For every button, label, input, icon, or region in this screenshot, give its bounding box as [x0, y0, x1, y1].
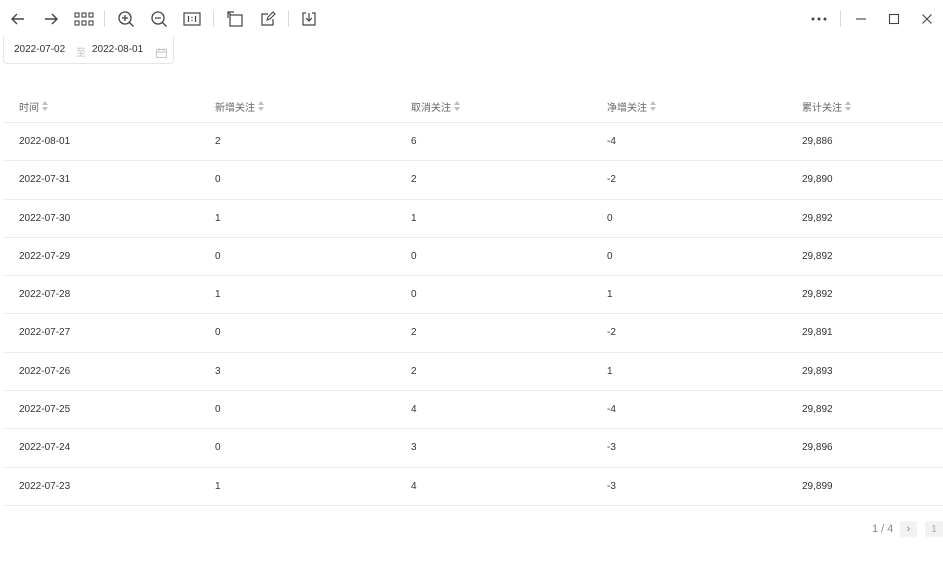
column-header-unfollows[interactable]: 取消关注: [411, 99, 461, 114]
cell-net-follows: -3: [607, 442, 616, 454]
cell-new-follows: 3: [215, 365, 221, 377]
download-icon[interactable]: [298, 8, 320, 30]
cell-date: 2022-07-25: [19, 404, 71, 416]
close-icon[interactable]: [916, 8, 938, 30]
cell-net-follows: -4: [607, 136, 616, 147]
zoom-in-icon[interactable]: [115, 8, 137, 30]
table-row: 2022-08-01 2 6 -4 29,886: [3, 123, 943, 162]
column-header-net-follows[interactable]: 净增关注: [607, 99, 657, 114]
cell-net-follows: 0: [607, 212, 613, 224]
cell-new-follows: 0: [215, 250, 221, 262]
cell-total-follows: 29,896: [802, 442, 833, 454]
zoom-out-icon[interactable]: [148, 8, 170, 30]
cell-unfollows: 1: [411, 212, 417, 224]
pagination-status: 1 / 4: [872, 523, 894, 535]
followers-stats-table: 时间 新增关注 取消关注 净增关注 累计关注 2022-08-01 2 6 -4…: [3, 86, 943, 506]
table-row: 2022-07-27 0 2 -2 29,891: [3, 314, 943, 353]
table-row: 2022-07-31 0 2 -2 29,890: [3, 161, 943, 200]
cell-net-follows: 1: [607, 289, 613, 301]
sort-icon[interactable]: [42, 101, 49, 112]
cell-unfollows: 2: [411, 365, 417, 377]
cell-total-follows: 29,891: [802, 327, 833, 339]
cell-unfollows: 2: [411, 174, 417, 186]
table-row: 2022-07-30 1 1 0 29,892: [3, 200, 943, 238]
cell-unfollows: 4: [411, 404, 417, 416]
cell-new-follows: 0: [215, 442, 221, 454]
cell-date: 2022-07-27: [19, 327, 71, 339]
cell-unfollows: 0: [411, 250, 417, 262]
cell-unfollows: 2: [411, 327, 417, 339]
cell-date: 2022-08-01: [19, 136, 71, 147]
cell-net-follows: 0: [607, 250, 613, 262]
toolbar-divider: [104, 11, 105, 27]
cell-date: 2022-07-28: [19, 289, 71, 301]
cell-new-follows: 0: [215, 327, 221, 339]
actual-size-icon[interactable]: [181, 8, 203, 30]
table-header: 时间 新增关注 取消关注 净增关注 累计关注: [3, 86, 943, 123]
column-header-time[interactable]: 时间: [19, 99, 49, 114]
date-range-separator: 至: [76, 48, 86, 59]
cell-net-follows: -3: [607, 480, 616, 492]
cell-total-follows: 29,890: [802, 174, 833, 186]
cell-new-follows: 1: [215, 480, 221, 492]
cell-date: 2022-07-31: [19, 174, 71, 186]
cell-date: 2022-07-29: [19, 250, 71, 262]
cell-new-follows: 0: [215, 174, 221, 186]
edit-icon[interactable]: [257, 8, 279, 30]
cell-date: 2022-07-26: [19, 365, 71, 377]
table-row: 2022-07-23 1 4 -3 29,899: [3, 468, 943, 506]
cell-date: 2022-07-30: [19, 212, 71, 224]
cell-date: 2022-07-23: [19, 480, 71, 492]
cell-net-follows: -2: [607, 174, 616, 186]
cell-total-follows: 29,886: [802, 136, 833, 147]
more-icon[interactable]: [808, 8, 830, 30]
cell-unfollows: 3: [411, 442, 417, 454]
start-date-input[interactable]: 2022-07-02: [14, 44, 65, 55]
forward-arrow-icon[interactable]: [40, 8, 62, 30]
column-header-total-follows[interactable]: 累计关注: [802, 99, 852, 114]
toolbar-divider: [840, 11, 841, 27]
table-row: 2022-07-26 3 2 1 29,893: [3, 353, 943, 392]
table-row: 2022-07-25 0 4 -4 29,892: [3, 391, 943, 430]
cell-total-follows: 29,892: [802, 404, 833, 416]
cell-new-follows: 1: [215, 212, 221, 224]
end-date-input[interactable]: 2022-08-01: [92, 44, 143, 55]
minimize-icon[interactable]: [850, 8, 872, 30]
sort-icon[interactable]: [650, 101, 657, 112]
column-header-new-follows[interactable]: 新增关注: [215, 99, 265, 114]
sort-icon[interactable]: [454, 101, 461, 112]
date-range-picker[interactable]: 2022-07-02 至 2022-08-01: [3, 36, 174, 64]
cell-date: 2022-07-24: [19, 442, 71, 454]
sort-icon[interactable]: [845, 101, 852, 112]
maximize-icon[interactable]: [883, 8, 905, 30]
cell-total-follows: 29,899: [802, 480, 833, 492]
toolbar-divider: [213, 11, 214, 27]
cell-net-follows: 1: [607, 365, 613, 377]
cell-total-follows: 29,892: [802, 289, 833, 301]
cell-net-follows: -2: [607, 327, 616, 339]
cell-total-follows: 29,892: [802, 250, 833, 262]
sort-icon[interactable]: [258, 101, 265, 112]
cell-total-follows: 29,892: [802, 212, 833, 224]
cell-unfollows: 0: [411, 289, 417, 301]
table-row: 2022-07-24 0 3 -3 29,896: [3, 429, 943, 468]
cell-unfollows: 4: [411, 480, 417, 492]
table-row: 2022-07-29 0 0 0 29,892: [3, 238, 943, 277]
cell-net-follows: -4: [607, 404, 616, 416]
cell-new-follows: 1: [215, 289, 221, 301]
rotate-icon[interactable]: [224, 8, 246, 30]
grid-icon[interactable]: [73, 8, 95, 30]
table-row: 2022-07-28 1 0 1 29,892: [3, 276, 943, 315]
cell-total-follows: 29,893: [802, 365, 833, 377]
back-arrow-icon[interactable]: [7, 8, 29, 30]
cell-unfollows: 6: [411, 136, 417, 147]
toolbar-divider: [288, 11, 289, 27]
page-number-button[interactable]: 1: [925, 521, 943, 537]
cell-new-follows: 0: [215, 404, 221, 416]
image-viewer-toolbar: [0, 0, 943, 38]
next-page-button[interactable]: ›: [900, 521, 917, 537]
cell-new-follows: 2: [215, 136, 221, 147]
calendar-icon[interactable]: [156, 45, 167, 63]
